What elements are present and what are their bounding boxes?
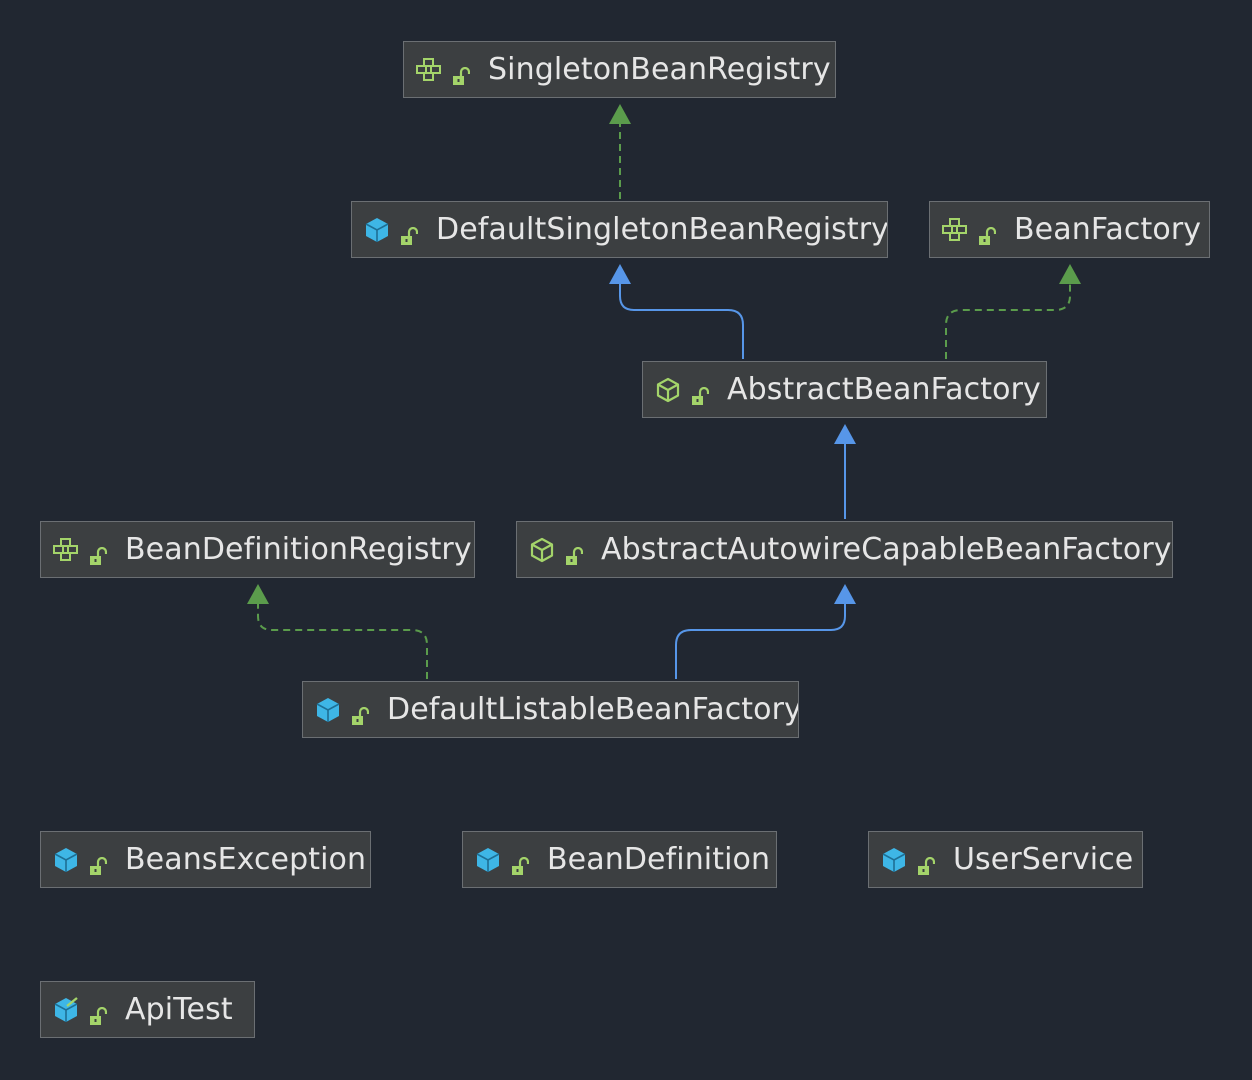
class-icon	[314, 696, 342, 724]
node-abstract-bean-factory[interactable]: AbstractBeanFactory	[642, 361, 1047, 418]
implements-arrow-DefaultListableBeanFactory-to-BeanDefinitionRegistry	[247, 584, 428, 679]
node-label: BeansException	[125, 842, 367, 877]
node-label: UserService	[953, 842, 1134, 877]
public-lock-icon	[452, 60, 471, 85]
extends-arrow-DefaultListableBeanFactory-to-AbstractAutowireCapableBeanFactory	[675, 584, 856, 679]
node-api-test[interactable]: ApiTest	[40, 981, 255, 1038]
class-icon	[363, 216, 391, 244]
node-default-listable-bean-factory[interactable]: DefaultListableBeanFactory	[302, 681, 799, 738]
public-lock-icon	[89, 540, 108, 565]
node-default-singleton-bean-registry[interactable]: DefaultSingletonBeanRegistry	[351, 201, 888, 258]
uml-class-diagram: SingletonBeanRegistry DefaultSingletonBe…	[0, 0, 1252, 1080]
interface-icon	[52, 536, 80, 564]
public-lock-icon	[565, 540, 584, 565]
node-label: AbstractAutowireCapableBeanFactory	[601, 532, 1172, 567]
class-icon	[52, 846, 80, 874]
node-label: DefaultListableBeanFactory	[387, 692, 799, 727]
public-lock-icon	[400, 220, 419, 245]
interface-icon	[941, 216, 969, 244]
public-lock-icon	[511, 850, 530, 875]
public-lock-icon	[917, 850, 936, 875]
abstract-class-icon	[654, 376, 682, 404]
extends-arrow-AbstractBeanFactory-to-DefaultSingletonBeanRegistry	[609, 264, 744, 359]
node-bean-definition[interactable]: BeanDefinition	[462, 831, 777, 888]
class-icon	[474, 846, 502, 874]
interface-icon	[415, 56, 443, 84]
public-lock-icon	[691, 380, 710, 405]
node-bean-definition-registry[interactable]: BeanDefinitionRegistry	[40, 521, 475, 578]
node-label: AbstractBeanFactory	[727, 372, 1041, 407]
node-label: DefaultSingletonBeanRegistry	[436, 212, 888, 247]
public-lock-icon	[351, 700, 370, 725]
node-label: BeanDefinition	[547, 842, 771, 877]
node-label: SingletonBeanRegistry	[488, 52, 831, 87]
public-lock-icon	[89, 850, 108, 875]
node-user-service[interactable]: UserService	[868, 831, 1143, 888]
public-lock-icon	[978, 220, 997, 245]
node-label: BeanFactory	[1014, 212, 1202, 247]
implements-arrow-AbstractBeanFactory-to-BeanFactory	[945, 264, 1081, 359]
node-bean-factory[interactable]: BeanFactory	[929, 201, 1210, 258]
node-singleton-bean-registry[interactable]: SingletonBeanRegistry	[403, 41, 836, 98]
node-label: ApiTest	[125, 992, 233, 1027]
test-class-icon	[52, 996, 80, 1024]
node-label: BeanDefinitionRegistry	[125, 532, 472, 567]
node-beans-exception[interactable]: BeansException	[40, 831, 371, 888]
abstract-class-icon	[528, 536, 556, 564]
public-lock-icon	[89, 1000, 108, 1025]
node-abstract-autowire-capable-bean-factory[interactable]: AbstractAutowireCapableBeanFactory	[516, 521, 1173, 578]
class-icon	[880, 846, 908, 874]
